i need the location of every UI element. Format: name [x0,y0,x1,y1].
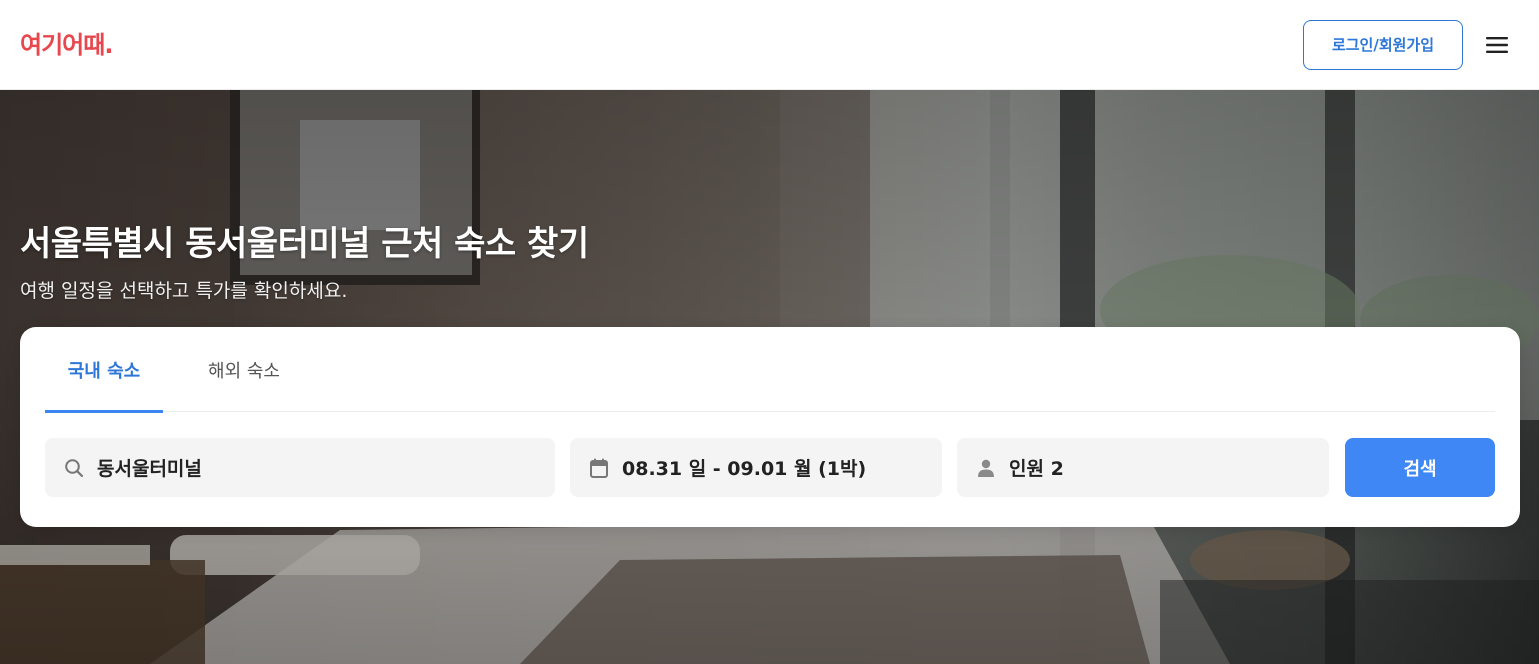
top-header: 여기어때. 로그인/회원가입 [0,0,1539,90]
page-title: 서울특별시 동서울터미널 근처 숙소 찾기 [20,224,589,264]
location-input[interactable]: 동서울터미널 [45,438,555,497]
header-actions: 로그인/회원가입 [1303,19,1509,70]
person-icon [975,457,997,479]
page-subtitle: 여행 일정을 선택하고 특가를 확인하세요. [20,280,348,302]
search-button[interactable]: 검색 [1345,438,1495,497]
search-tabs: 국내 숙소 해외 숙소 [45,327,1495,413]
logo[interactable]: 여기어때. [20,30,113,59]
search-card: 국내 숙소 해외 숙소 동서울터미널 08.31 일 - 09.01 월 (1박… [20,327,1520,527]
tab-domestic[interactable]: 국내 숙소 [45,327,163,413]
hamburger-menu-icon[interactable] [1485,33,1509,57]
guest-selector[interactable]: 인원 2 [957,438,1329,497]
location-value: 동서울터미널 [97,458,202,480]
date-value: 08.31 일 - 09.01 월 (1박) [622,458,867,480]
login-signup-button[interactable]: 로그인/회원가입 [1303,19,1463,70]
tab-overseas[interactable]: 해외 숙소 [163,327,325,412]
search-icon [63,457,85,479]
logo-text: 여기어때. [20,30,113,59]
calendar-icon [588,457,610,479]
date-picker[interactable]: 08.31 일 - 09.01 월 (1박) [570,438,942,497]
guest-value: 인원 2 [1009,458,1064,480]
